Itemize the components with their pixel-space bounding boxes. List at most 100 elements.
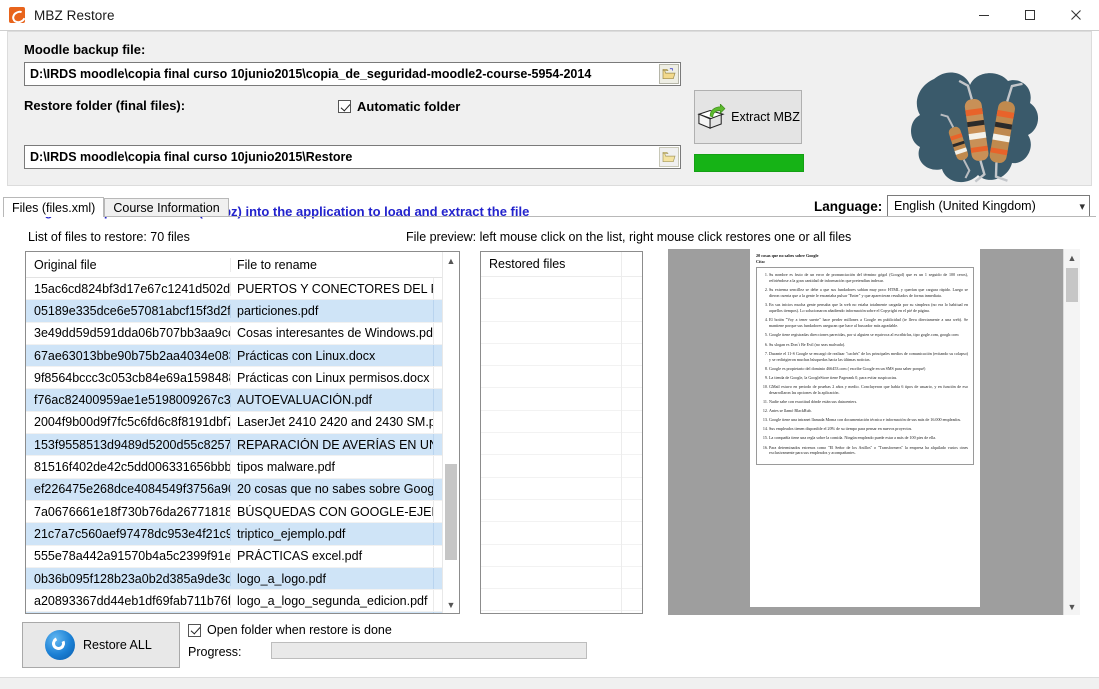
- preview-list-item: La tienda de Google, la GoogleStore tien…: [769, 375, 968, 381]
- preview-list-item: Google es propietario del dominio 466453…: [769, 366, 968, 372]
- preview-scrollbar[interactable]: ▲ ▼: [1063, 249, 1080, 615]
- scroll-up-icon[interactable]: ▲: [443, 252, 459, 269]
- cell-original-file: 9f8564bccc3c053cb84e69a1598488c...: [34, 370, 230, 385]
- cell-file-to-rename: REPARACIÓN DE AVERÍAS EN UN E...: [230, 437, 433, 452]
- list-item[interactable]: [481, 433, 642, 456]
- table-row[interactable]: 21c7a7c560aef97478dc953e4f21c94... tripti…: [26, 523, 459, 546]
- list-item[interactable]: [481, 611, 642, 613]
- restore-folder-input[interactable]: [24, 145, 681, 169]
- table-row[interactable]: 7a0676661e18f730b76da26771818c... BÚSQUED…: [26, 500, 459, 524]
- restored-files-header: Restored files: [481, 252, 642, 277]
- preview-scroll-thumb[interactable]: [1066, 268, 1078, 302]
- list-item[interactable]: [481, 344, 642, 367]
- table-row[interactable]: 15ac6cd824bf3d17e67c1241d502dd... PUERTOS…: [26, 278, 459, 301]
- preview-scroll-down-icon[interactable]: ▼: [1064, 598, 1080, 615]
- preview-scroll-up-icon[interactable]: ▲: [1064, 249, 1080, 266]
- table-row[interactable]: 67ae63013bbe90b75b2aa4034e083... Práctica…: [26, 344, 459, 368]
- table-row[interactable]: 0b36b095f128b23a0b2d385a9de3d9... logo_a_…: [26, 567, 459, 591]
- cell-file-to-rename: Prácticas con Linux.docx: [230, 348, 433, 363]
- maximize-icon[interactable]: [1007, 0, 1053, 30]
- list-item[interactable]: [481, 478, 642, 500]
- preview-list-item: Su slogan es Don´t Be Evil (no seas malv…: [769, 342, 968, 348]
- table-row[interactable]: 81516f402de42c5dd006331656bbb0... tipos m…: [26, 456, 459, 479]
- table-row[interactable]: 2004f9b00d9f7fc5c6fd6c8f8191dbf7... Laser…: [26, 411, 459, 435]
- cell-file-to-rename: LaserJet 2410 2420 and 2430 SM.pdf: [230, 415, 433, 430]
- browse-backup-file-icon[interactable]: [659, 64, 679, 84]
- language-selected-value: English (United Kingdom): [894, 199, 1036, 213]
- table-row[interactable]: a20893367dd44eb1df69fab711b76f... logo_a_…: [26, 590, 459, 613]
- file-preview-pane[interactable]: 20 cosas que no sabes sobre Google Cita:…: [668, 249, 1080, 615]
- progress-label: Progress:: [188, 645, 242, 659]
- scroll-down-icon[interactable]: ▼: [443, 596, 459, 613]
- table-row[interactable]: 05189e335dce6e57081abcf15f3d2fe... partic…: [26, 300, 459, 323]
- tab-files-xml-label: Files (files.xml): [12, 200, 96, 215]
- list-item[interactable]: [481, 322, 642, 344]
- table-row[interactable]: f76ac82400959ae1e5198009267c36... AUTOEVA…: [26, 389, 459, 412]
- list-item[interactable]: [481, 388, 642, 411]
- cell-original-file: ef226475e268dce4084549f3756a90...: [34, 482, 230, 497]
- list-item[interactable]: [481, 299, 642, 322]
- list-item[interactable]: [481, 567, 642, 590]
- cell-original-file: 153f9558513d9489d5200d55c8257a...: [34, 437, 230, 452]
- language-dropdown[interactable]: English (United Kingdom) ▾: [887, 195, 1090, 217]
- preview-doc-list: Su nombre es fruto de un error de pronun…: [760, 272, 968, 456]
- preview-list-item: Para determinados estrenos como "El Seño…: [769, 445, 968, 457]
- automatic-folder-checkbox[interactable]: Automatic folder: [338, 99, 460, 114]
- cell-original-file: a20893367dd44eb1df69fab711b76f...: [34, 593, 230, 608]
- backup-settings-panel: Moodle backup file: Restore folder (fina…: [7, 31, 1092, 219]
- list-item[interactable]: [481, 522, 642, 545]
- list-item[interactable]: [481, 589, 642, 612]
- list-item[interactable]: [481, 277, 642, 300]
- window-controls: [961, 0, 1099, 30]
- list-item[interactable]: [481, 545, 642, 567]
- cell-file-to-rename: AUTOEVALUACIÓN.pdf: [230, 393, 433, 408]
- column-header-original-file[interactable]: Original file: [26, 258, 230, 272]
- cell-original-file: 2004f9b00d9f7fc5c6fd6c8f8191dbf7...: [34, 415, 230, 430]
- cell-original-file: f76ac82400959ae1e5198009267c36...: [34, 393, 230, 408]
- preview-list-item: Antes se llamó BlackRub.: [769, 408, 968, 414]
- table-row[interactable]: 3e49dd59d591dda06b707bb3aa9cc7... Cosas i…: [26, 322, 459, 345]
- tab-bar: Files (files.xml) Course Information: [3, 197, 229, 217]
- open-folder-checkbox[interactable]: Open folder when restore is done: [188, 623, 392, 637]
- close-icon[interactable]: [1053, 0, 1099, 30]
- preview-list-item: Su extrema sencillez se debe a que sus f…: [769, 287, 968, 299]
- restore-all-button[interactable]: Restore ALL: [22, 622, 180, 668]
- list-item[interactable]: [481, 366, 642, 389]
- browse-restore-folder-icon[interactable]: [659, 147, 679, 167]
- preview-list-item: El botón "Voy a tener suerte" hace perde…: [769, 317, 968, 329]
- list-item[interactable]: [481, 455, 642, 478]
- preview-list-item: Sus empleados tienen disponible el 20% d…: [769, 426, 968, 432]
- refresh-circle-icon: [45, 630, 75, 660]
- language-label: Language:: [814, 199, 883, 214]
- table-row[interactable]: 153f9558513d9489d5200d55c8257a... REPARAC…: [26, 434, 459, 457]
- table-row[interactable]: f8112d376e970143a9f38b0f47cf31d...EDITOR…: [26, 612, 459, 613]
- list-item[interactable]: [481, 500, 642, 523]
- file-list-grid[interactable]: Original file File to rename 15ac6cd824b…: [25, 251, 460, 614]
- file-list-scrollbar[interactable]: ▲ ▼: [442, 252, 459, 613]
- tab-files-xml[interactable]: Files (files.xml): [3, 197, 105, 217]
- restored-files-panel[interactable]: Restored files: [480, 251, 643, 614]
- file-list-scroll-thumb[interactable]: [445, 464, 457, 560]
- cell-original-file: 3e49dd59d591dda06b707bb3aa9cc7...: [34, 326, 230, 341]
- restore-folder-field-group: [24, 145, 681, 169]
- restore-all-label: Restore ALL: [83, 638, 152, 652]
- table-row[interactable]: 555e78a442a91570b4a5c2399f91e3... PRÁCTIC…: [26, 545, 459, 568]
- preview-list-item: En sus inicios mucha gente pensaba que l…: [769, 302, 968, 314]
- table-row[interactable]: 9f8564bccc3c053cb84e69a1598488c...Prácti…: [26, 367, 459, 390]
- extract-mbz-button[interactable]: Extract MBZ: [694, 90, 802, 144]
- moodle-backup-input[interactable]: [24, 62, 681, 86]
- tab-course-information-label: Course Information: [113, 201, 220, 215]
- column-header-file-to-rename[interactable]: File to rename: [230, 257, 433, 272]
- list-item[interactable]: [481, 411, 642, 434]
- table-row[interactable]: ef226475e268dce4084549f3756a90... 20 cosa…: [26, 478, 459, 501]
- cell-original-file: 0b36b095f128b23a0b2d385a9de3d9...: [34, 571, 230, 586]
- cell-original-file: 15ac6cd824bf3d17e67c1241d502dd...: [34, 281, 230, 296]
- minimize-icon[interactable]: [961, 0, 1007, 30]
- app-artwork-logo: [911, 72, 1039, 183]
- preview-document-page: 20 cosas que no sabes sobre Google Cita:…: [750, 249, 980, 607]
- tab-course-information[interactable]: Course Information: [104, 198, 229, 217]
- moodle-backup-label: Moodle backup file:: [24, 42, 146, 57]
- extract-mbz-label: Extract MBZ: [731, 110, 800, 124]
- preview-list-item: GMail estuvo en periodo de pruebas 2 año…: [769, 384, 968, 396]
- open-folder-label: Open folder when restore is done: [207, 623, 392, 637]
